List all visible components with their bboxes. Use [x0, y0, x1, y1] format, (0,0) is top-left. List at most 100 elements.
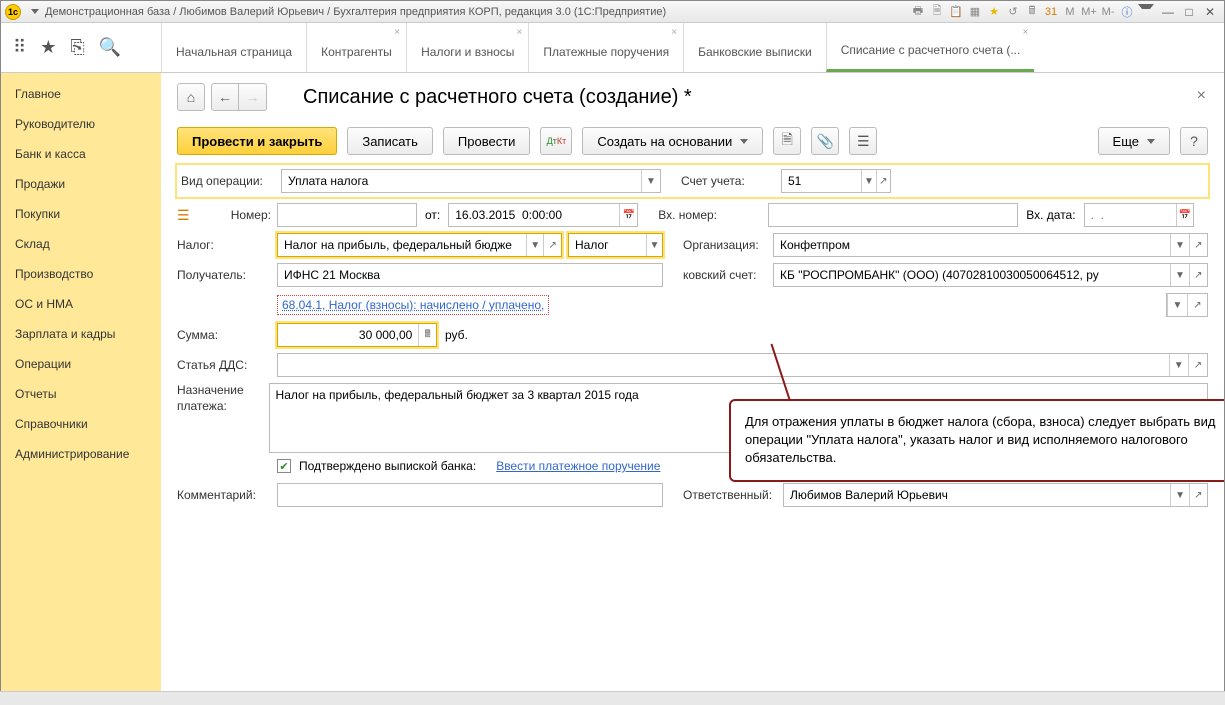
responsible-input[interactable]	[784, 484, 1170, 506]
dt-kt-button[interactable]: ДтКт	[540, 127, 572, 155]
close-icon[interactable]: ×	[671, 27, 677, 38]
sidebar-item-warehouse[interactable]: Склад	[1, 229, 161, 259]
sidebar-item-assets[interactable]: ОС и НМА	[1, 289, 161, 319]
bank-acc-field[interactable]: ▼↗	[773, 263, 1208, 287]
search-icon[interactable]: 🔍	[99, 37, 121, 58]
chevron-down-icon[interactable]: ▼	[1170, 264, 1188, 286]
ext-date-field[interactable]: 📅	[1084, 203, 1194, 227]
tab-counterparties[interactable]: Контрагенты×	[306, 23, 406, 72]
recipient-input[interactable]	[278, 264, 662, 286]
m-plus-icon[interactable]: M+	[1081, 4, 1097, 20]
open-icon[interactable]: ↗	[543, 234, 561, 256]
calendar-icon[interactable]: 📅	[619, 204, 637, 226]
close-icon[interactable]: ×	[517, 27, 523, 38]
sidebar-item-bank[interactable]: Банк и касса	[1, 139, 161, 169]
ext-date-input[interactable]	[1085, 204, 1176, 226]
calc-icon[interactable]: 🖩	[1024, 4, 1040, 20]
org-input[interactable]	[774, 234, 1170, 256]
dds-input[interactable]	[278, 354, 1169, 376]
ext-number-input[interactable]	[769, 204, 1017, 226]
tab-bank-statements[interactable]: Банковские выписки	[683, 23, 826, 72]
tax-field[interactable]: ▼↗	[277, 233, 562, 257]
tab-taxes[interactable]: Налоги и взносы×	[406, 23, 528, 72]
sidebar-item-manager[interactable]: Руководителю	[1, 109, 161, 139]
star-icon[interactable]: ★	[986, 4, 1002, 20]
chevron-down-icon[interactable]: ▼	[641, 170, 660, 192]
clipboard-nav-icon[interactable]: ⎘	[70, 37, 84, 58]
debt-link[interactable]: 68.04.1, Налог (взносы): начислено / упл…	[277, 295, 549, 315]
sum-input[interactable]	[278, 324, 418, 346]
sidebar-item-purchases[interactable]: Покупки	[1, 199, 161, 229]
doc-button[interactable]: 🗎	[773, 127, 801, 155]
post-and-close-button[interactable]: Провести и закрыть	[177, 127, 337, 155]
open-icon[interactable]: ↗	[1189, 234, 1207, 256]
date-field[interactable]: 📅	[448, 203, 638, 227]
op-type-input[interactable]	[282, 170, 641, 192]
sidebar-item-reports[interactable]: Отчеты	[1, 379, 161, 409]
org-field[interactable]: ▼↗	[773, 233, 1208, 257]
info-icon[interactable]: ⓘ	[1119, 4, 1135, 20]
print-icon[interactable]: 🖶	[910, 4, 926, 20]
comment-input[interactable]	[278, 484, 662, 506]
account-input[interactable]	[782, 170, 861, 192]
history-icon[interactable]: ↺	[1005, 4, 1021, 20]
tax-input[interactable]	[278, 234, 526, 256]
sidebar-item-admin[interactable]: Администрирование	[1, 439, 161, 469]
confirmed-checkbox[interactable]: ✔	[277, 459, 291, 473]
sum-field[interactable]: 🖩	[277, 323, 437, 347]
attach-button[interactable]: 📎	[811, 127, 839, 155]
number-input[interactable]	[278, 204, 416, 226]
sidebar-item-production[interactable]: Производство	[1, 259, 161, 289]
chevron-down-icon[interactable]: ▼	[646, 234, 662, 256]
bank-acc-input[interactable]	[774, 264, 1170, 286]
account-field[interactable]: ▼↗	[781, 169, 891, 193]
sidebar-item-main[interactable]: Главное	[1, 79, 161, 109]
favorites-icon[interactable]: ★	[40, 37, 56, 58]
tab-writeoff[interactable]: Списание с расчетного счета (...×	[826, 23, 1035, 72]
minimize-button[interactable]: —	[1158, 4, 1178, 20]
apps-icon[interactable]: ⠿	[13, 37, 26, 58]
open-icon[interactable]: ↗	[1187, 294, 1207, 316]
close-icon[interactable]: ×	[1022, 27, 1028, 38]
list-button[interactable]: ☰	[849, 127, 877, 155]
calendar-icon[interactable]: 31	[1043, 4, 1059, 20]
enter-payment-order-link[interactable]: Ввести платежное поручение	[496, 459, 660, 473]
tab-payments[interactable]: Платежные поручения×	[528, 23, 683, 72]
close-icon[interactable]: ×	[394, 27, 400, 38]
more-button[interactable]: Еще	[1098, 127, 1170, 155]
clipboard-icon[interactable]: 📋	[948, 4, 964, 20]
sidebar-item-catalogs[interactable]: Справочники	[1, 409, 161, 439]
open-icon[interactable]: ↗	[1189, 484, 1207, 506]
back-button[interactable]: ←	[211, 83, 239, 111]
app-menu-caret[interactable]	[31, 9, 39, 14]
sidebar-item-payroll[interactable]: Зарплата и кадры	[1, 319, 161, 349]
help-button[interactable]: ?	[1180, 127, 1208, 155]
open-icon[interactable]: ↗	[1188, 354, 1207, 376]
calendar-icon[interactable]: 📅	[1176, 204, 1193, 226]
calculator-icon[interactable]: 🖩	[418, 324, 436, 346]
chevron-down-icon[interactable]: ▼	[861, 170, 875, 192]
form-close-button[interactable]: ×	[1197, 87, 1206, 105]
info-caret[interactable]	[1138, 4, 1154, 20]
m-minus-icon[interactable]: M-	[1100, 4, 1116, 20]
grid-icon[interactable]: ▦	[967, 4, 983, 20]
comment-field[interactable]	[277, 483, 663, 507]
doc-icon[interactable]: 🗎	[929, 4, 945, 20]
home-button[interactable]: ⌂	[177, 83, 205, 111]
responsible-field[interactable]: ▼↗	[783, 483, 1208, 507]
sidebar-item-operations[interactable]: Операции	[1, 349, 161, 379]
maximize-button[interactable]: □	[1179, 4, 1199, 20]
sidebar-item-sales[interactable]: Продажи	[1, 169, 161, 199]
ext-number-field[interactable]	[768, 203, 1018, 227]
number-field[interactable]	[277, 203, 417, 227]
m-icon[interactable]: M	[1062, 4, 1078, 20]
tab-start[interactable]: Начальная страница	[161, 23, 306, 72]
chevron-down-icon[interactable]: ▼	[1170, 234, 1188, 256]
tax-kind-field[interactable]: ▼	[568, 233, 663, 257]
tax-kind-input[interactable]	[569, 234, 646, 256]
chevron-down-icon[interactable]: ▼	[1167, 294, 1187, 316]
forward-button[interactable]: →	[239, 83, 267, 111]
open-icon[interactable]: ↗	[876, 170, 890, 192]
op-type-field[interactable]: ▼	[281, 169, 661, 193]
chevron-down-icon[interactable]: ▼	[526, 234, 544, 256]
